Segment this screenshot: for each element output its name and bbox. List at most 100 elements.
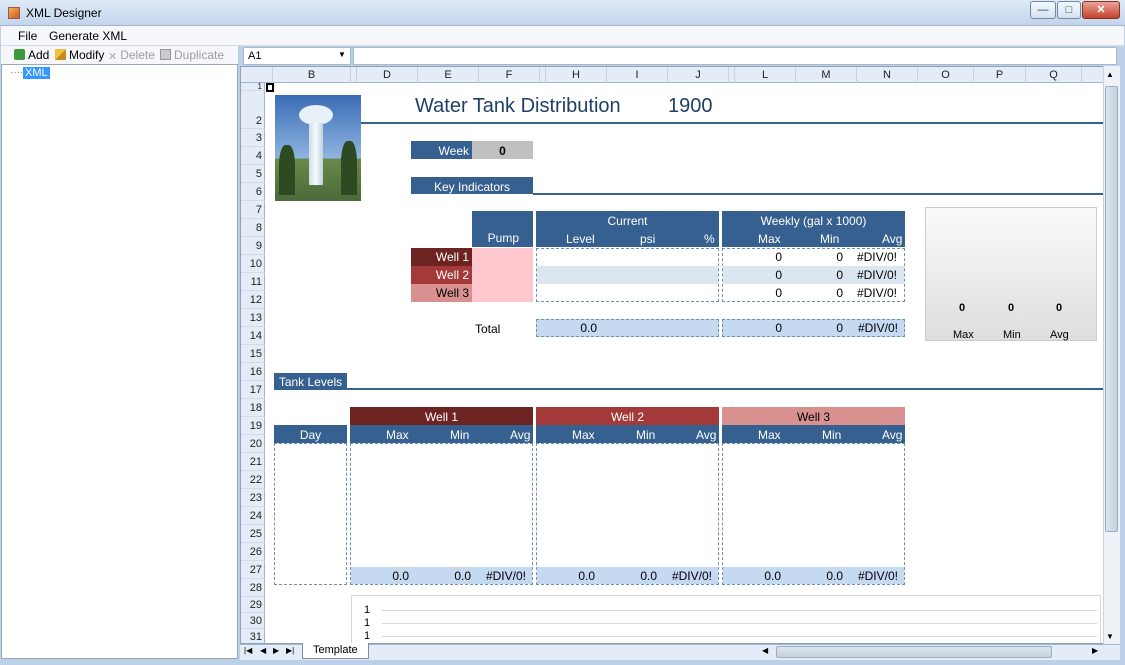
row-header[interactable]: 31 [241, 629, 265, 643]
pump-cells[interactable] [472, 248, 533, 302]
column-header[interactable]: M [796, 67, 857, 83]
total-level: 0.0 [580, 321, 597, 335]
row-header[interactable]: 9 [241, 237, 265, 255]
active-cell[interactable] [266, 83, 274, 92]
row-header[interactable]: 18 [241, 399, 265, 417]
minimize-button[interactable]: — [1030, 1, 1056, 19]
duplicate-button[interactable]: Duplicate [160, 48, 224, 62]
last-sheet-icon[interactable]: ▶| [286, 646, 294, 655]
row-header[interactable]: 10 [241, 255, 265, 273]
sheet-tab-template[interactable]: Template [302, 643, 369, 659]
row-header[interactable]: 2 [241, 91, 265, 129]
scroll-right-icon[interactable]: ▶ [1092, 646, 1098, 655]
tank-levels-chart[interactable]: 1 1 1 [351, 595, 1101, 643]
column-header[interactable]: B [273, 67, 351, 83]
xml-tree[interactable] [1, 64, 238, 659]
row-header[interactable]: 24 [241, 507, 265, 525]
chevron-down-icon[interactable]: ▼ [338, 50, 346, 59]
row-header[interactable]: 30 [241, 613, 265, 629]
tank-well-2-total-max: 0.0 [578, 569, 595, 583]
column-header[interactable]: H [546, 67, 607, 83]
horizontal-scroll-thumb[interactable] [776, 646, 1052, 658]
row-header[interactable]: 16 [241, 363, 265, 381]
close-button[interactable]: ✕ [1082, 1, 1120, 19]
row-header[interactable]: 8 [241, 219, 265, 237]
column-header[interactable]: N [857, 67, 918, 83]
scroll-down-icon[interactable]: ▼ [1106, 632, 1114, 641]
vertical-scroll-thumb[interactable] [1105, 86, 1118, 532]
row-header[interactable]: 6 [241, 183, 265, 201]
row-header[interactable]: 21 [241, 453, 265, 471]
row-header[interactable]: 13 [241, 309, 265, 327]
row-header[interactable]: 29 [241, 597, 265, 613]
row-header[interactable]: 22 [241, 471, 265, 489]
row-header[interactable]: 14 [241, 327, 265, 345]
column-header[interactable]: F [479, 67, 540, 83]
column-header[interactable]: J [668, 67, 729, 83]
row-header[interactable]: 25 [241, 525, 265, 543]
row-header[interactable]: 26 [241, 543, 265, 561]
tank-well-3-cells[interactable] [722, 443, 905, 585]
well-1-min: 0 [836, 250, 843, 264]
column-header[interactable]: Q [1026, 67, 1082, 83]
scroll-left-icon[interactable]: ◀ [762, 646, 768, 655]
summary-min-label: Min [1003, 329, 1021, 341]
well-3-avg: #DIV/0! [856, 286, 897, 300]
total-label: Total [475, 322, 501, 336]
week-label: Week [411, 141, 472, 159]
add-button[interactable]: Add [14, 48, 49, 62]
tank-well-1-cells[interactable] [350, 443, 533, 585]
row-header[interactable]: 15 [241, 345, 265, 363]
column-header[interactable]: L [735, 67, 796, 83]
row-header[interactable]: 19 [241, 417, 265, 435]
row-header[interactable]: 7 [241, 201, 265, 219]
menu-file[interactable]: File [18, 29, 37, 43]
row-header[interactable]: 20 [241, 435, 265, 453]
row-header[interactable]: 3 [241, 129, 265, 147]
column-header[interactable]: D [357, 67, 418, 83]
weekly-avg-header: Avg [882, 232, 903, 246]
column-header[interactable]: A [265, 67, 273, 83]
tank-well-1-min: Min [450, 428, 470, 442]
tank-well-1-total-min: 0.0 [454, 569, 471, 583]
row-header[interactable]: 23 [241, 489, 265, 507]
tank-well-2-cells[interactable] [536, 443, 719, 585]
row-header[interactable]: 28 [241, 579, 265, 597]
tank-well-1-max: Max [386, 428, 409, 442]
scroll-up-icon[interactable]: ▲ [1106, 70, 1114, 79]
row-header[interactable]: 1 [241, 83, 265, 91]
first-sheet-icon[interactable]: |◀ [244, 646, 252, 655]
row-header[interactable]: 27 [241, 561, 265, 579]
name-box[interactable] [243, 47, 351, 65]
column-header[interactable]: P [974, 67, 1026, 83]
maximize-button[interactable]: □ [1057, 1, 1081, 19]
row-header[interactable]: 4 [241, 147, 265, 165]
delete-button[interactable]: ✕ Delete [108, 48, 155, 63]
current-band [537, 266, 718, 284]
row-header[interactable]: 11 [241, 273, 265, 291]
weekly-subheader: Max Min Avg [722, 229, 905, 247]
modify-button[interactable]: Modify [55, 48, 104, 62]
total-avg: #DIV/0! [857, 321, 898, 335]
formula-bar[interactable] [353, 47, 1117, 65]
column-header[interactable]: E [418, 67, 479, 83]
next-sheet-icon[interactable]: ▶ [273, 646, 279, 655]
menu-generate-xml[interactable]: Generate XML [49, 29, 127, 43]
tank-well-3-avg: Avg [882, 428, 903, 442]
spreadsheet-grid[interactable]: ABCDEFGHIJKLMNOPQR 123456789101112131415… [240, 66, 1120, 644]
key-indicators-header: Key Indicators [411, 177, 533, 194]
column-header[interactable]: O [918, 67, 974, 83]
week-value[interactable]: 0 [472, 141, 533, 159]
tank-well-2-totals: 0.0 0.0 #DIV/0! [537, 567, 718, 584]
tank-well-1-total-max: 0.0 [392, 569, 409, 583]
column-header[interactable]: I [607, 67, 668, 83]
row-header[interactable]: 12 [241, 291, 265, 309]
row-header[interactable]: 5 [241, 165, 265, 183]
row-header[interactable]: 17 [241, 381, 265, 399]
summary-gauge[interactable]: 0 0 0 Max Min Avg [925, 207, 1097, 341]
title-bar [0, 0, 1125, 26]
tree-node-xml[interactable]: XML [23, 67, 50, 79]
well-2-label: Well 2 [411, 266, 472, 284]
day-cells[interactable] [274, 443, 347, 585]
prev-sheet-icon[interactable]: ◀ [260, 646, 266, 655]
